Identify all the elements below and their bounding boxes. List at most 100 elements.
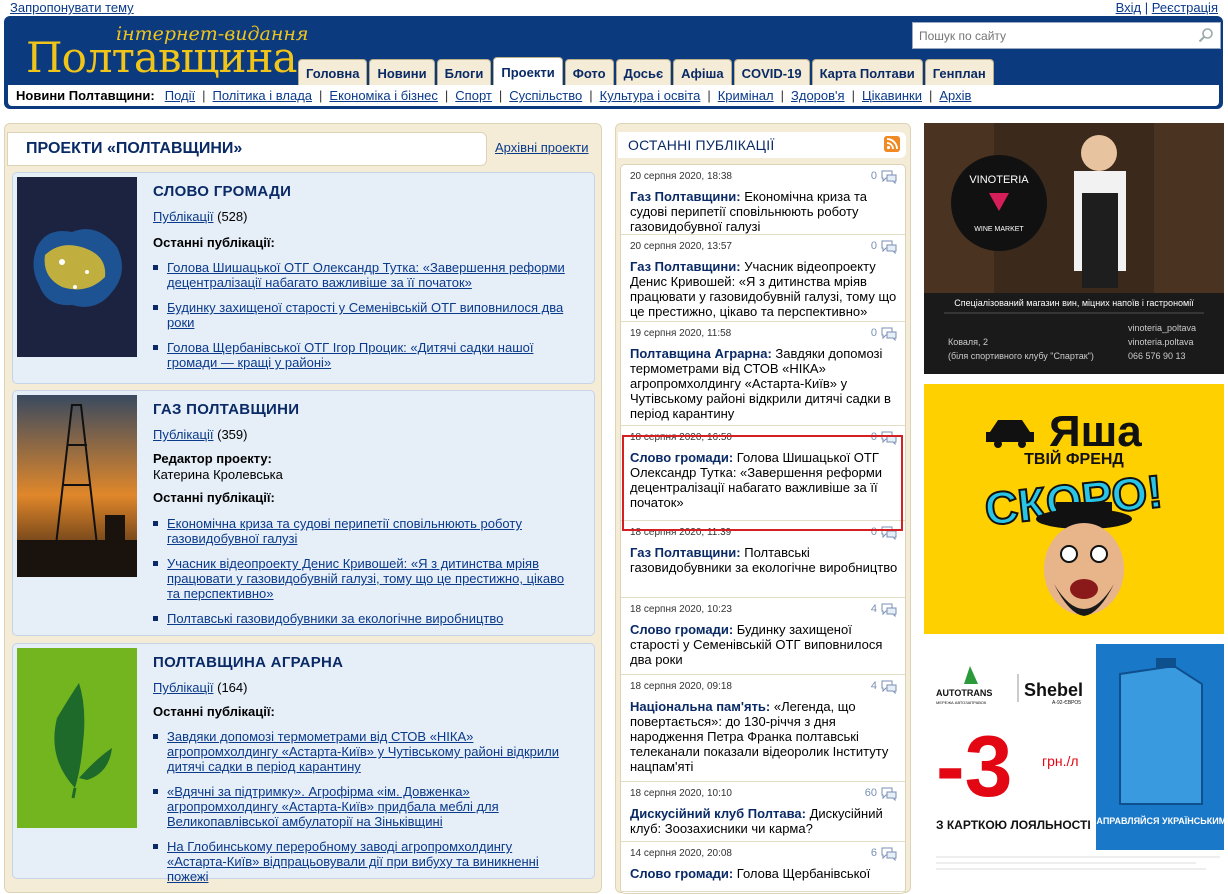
vinoteria-banner: VINOTERIA WINE MARKET Спеціалізований ма… bbox=[924, 123, 1224, 374]
tab-afisha[interactable]: Афіша bbox=[673, 59, 732, 87]
feed-item-text[interactable]: Слово громади: Будинку захищеної старост… bbox=[630, 622, 898, 667]
last-publications-label: Останні публікації: bbox=[153, 704, 275, 719]
project-article-list: Голова Шишацької ОТГ Олександр Тутка: «З… bbox=[153, 260, 573, 380]
tab-genplan[interactable]: Генплан bbox=[924, 59, 994, 87]
comment-count[interactable]: 0 bbox=[871, 170, 877, 182]
feed-item-text[interactable]: Газ Полтавщини: Полтавські газовидобувни… bbox=[630, 545, 898, 575]
feed-item: 14 серпня 2020, 20:08 6 Слово громади: Гол… bbox=[621, 842, 905, 892]
comment-count[interactable]: 60 bbox=[865, 787, 877, 799]
subnav-item-sport[interactable]: Спорт bbox=[455, 88, 492, 103]
feed-item-text[interactable]: Полтавщина Аграрна: Завдяки допомозі тер… bbox=[630, 346, 898, 421]
subnav-item-curious[interactable]: Цікавинки bbox=[862, 88, 922, 103]
editor-name: Катерина Кролевська bbox=[153, 467, 283, 482]
article-link[interactable]: Будинку захищеної старості у Семенівські… bbox=[167, 300, 563, 330]
ad-shebel[interactable]: AUTOTRANS МЕРЕЖА АВТОЗАПРАВОК Shebel А-9… bbox=[924, 644, 1228, 889]
publications-link[interactable]: Публікації bbox=[153, 680, 213, 695]
project-leaf-image[interactable] bbox=[17, 648, 137, 828]
tab-projects[interactable]: Проекти bbox=[493, 57, 563, 87]
comment-icon[interactable] bbox=[881, 847, 897, 861]
subnav-item-archive[interactable]: Архів bbox=[939, 88, 971, 103]
tab-dossier[interactable]: Досьє bbox=[615, 59, 672, 87]
tab-covid[interactable]: COVID-19 bbox=[733, 59, 810, 87]
comment-count[interactable]: 4 bbox=[871, 603, 877, 615]
feed-item-date: 14 серпня 2020, 20:08 bbox=[630, 848, 732, 859]
ad-vinoteria[interactable]: VINOTERIA WINE MARKET Спеціалізований ма… bbox=[924, 123, 1224, 374]
ad-yasha[interactable]: Яша ТВІЙ ФРЕНД СКОРО! bbox=[924, 384, 1224, 634]
article-link[interactable]: Завдяки допомозі термометрами від СТОВ «… bbox=[167, 729, 559, 774]
feed-item-date: 18 серпня 2020, 10:23 bbox=[630, 604, 732, 615]
article-link[interactable]: Голова Щербанівської ОТГ Ігор Процик: «Д… bbox=[167, 340, 533, 370]
subnav-item-health[interactable]: Здоров'я bbox=[791, 88, 845, 103]
shebel-banner: AUTOTRANS МЕРЕЖА АВТОЗАПРАВОК Shebel А-9… bbox=[924, 644, 1228, 889]
feed-item-text[interactable]: Газ Полтавщини: Економічна криза та судо… bbox=[630, 189, 898, 234]
login-link[interactable]: Вхід bbox=[1116, 0, 1142, 15]
site-header: інтернет-видання Полтавщина Головна Нови… bbox=[4, 16, 1223, 109]
feed-item: 18 серпня 2020, 10:23 4 Слово громади: Буд… bbox=[621, 598, 905, 675]
site-logo[interactable]: Полтавщина bbox=[26, 33, 298, 82]
subnav-separator: | bbox=[589, 88, 593, 103]
register-link[interactable]: Реєстрація bbox=[1152, 0, 1218, 15]
tab-map[interactable]: Карта Полтави bbox=[811, 59, 923, 87]
project-publications: Публікації (528) bbox=[153, 209, 247, 224]
comment-count[interactable]: 4 bbox=[871, 680, 877, 692]
feed-item-text[interactable]: Слово громади: Голова Щербанівської bbox=[630, 866, 898, 881]
publications-link[interactable]: Публікації bbox=[153, 427, 213, 442]
project-title[interactable]: ГАЗ ПОЛТАВЩИНИ bbox=[153, 401, 299, 418]
feed-item-section: Газ Полтавщини: bbox=[630, 259, 741, 274]
subnav-item-events[interactable]: Події bbox=[165, 88, 195, 103]
comment-count[interactable]: 0 bbox=[871, 327, 877, 339]
publications-link[interactable]: Публікації bbox=[153, 209, 213, 224]
subnav-item-crime[interactable]: Кримінал bbox=[718, 88, 774, 103]
article-link[interactable]: Полтавські газовидобувники за екологічне… bbox=[167, 611, 503, 626]
archive-projects-link[interactable]: Архівні проекти bbox=[495, 140, 589, 155]
subnav-item-society[interactable]: Суспільство bbox=[509, 88, 582, 103]
feed-item-date: 18 серпня 2020, 09:18 bbox=[630, 681, 732, 692]
comment-icon[interactable] bbox=[881, 170, 897, 184]
comment-icon[interactable] bbox=[881, 787, 897, 801]
project-publications: Публікації (164) bbox=[153, 680, 247, 695]
project-rig-image[interactable] bbox=[17, 395, 137, 577]
feed-item-text[interactable]: Газ Полтавщини: Учасник відеопроекту Ден… bbox=[630, 259, 898, 319]
tab-news[interactable]: Новини bbox=[369, 59, 435, 87]
search-input[interactable] bbox=[913, 23, 1183, 48]
canister-slogan: ЗАПРАВЛЯЙСЯ УКРАЇНСЬКИМ! bbox=[1091, 815, 1224, 826]
autotrans-sub: МЕРЕЖА АВТОЗАПРАВОК bbox=[936, 700, 987, 705]
search-icon[interactable] bbox=[1198, 27, 1214, 43]
feed-item-text[interactable]: Дискусійний клуб Полтава: Дискусійний кл… bbox=[630, 806, 898, 836]
project-map-image[interactable] bbox=[17, 177, 137, 357]
article-link[interactable]: Учасник відеопроекту Денис Кривошей: «Я … bbox=[167, 556, 564, 601]
comment-count[interactable]: 0 bbox=[871, 240, 877, 252]
project-article-list: Завдяки допомозі термометрами від СТОВ «… bbox=[153, 729, 573, 894]
subnav-item-economy[interactable]: Економіка і бізнес bbox=[329, 88, 438, 103]
feed-item-text[interactable]: Національна пам'ять: «Легенда, що поверт… bbox=[630, 699, 898, 774]
suggest-topic-link[interactable]: Запропонувати тему bbox=[10, 0, 134, 15]
article-link[interactable]: На Глобинському переробному заводі агроп… bbox=[167, 839, 539, 884]
list-item: Економічна криза та судові перипетії спо… bbox=[153, 516, 573, 546]
feed-item: 20 серпня 2020, 13:57 0 Газ Полтавщини: Уч… bbox=[621, 235, 905, 322]
subnav-item-politics[interactable]: Політика і влада bbox=[212, 88, 312, 103]
tab-home[interactable]: Головна bbox=[298, 59, 368, 87]
feed-item-section: Газ Полтавщини: bbox=[630, 545, 741, 560]
article-link[interactable]: Економічна криза та судові перипетії спо… bbox=[167, 516, 522, 546]
comment-icon[interactable] bbox=[881, 240, 897, 254]
last-publications-label: Останні публікації: bbox=[153, 490, 275, 505]
highlight-frame bbox=[622, 435, 903, 531]
article-link[interactable]: «Вдячні за підтримку». Агрофірма «ім. До… bbox=[167, 784, 499, 829]
vinoteria-instagram: vinoteria_poltava bbox=[1128, 323, 1196, 333]
feed-item-date: 18 серпня 2020, 10:10 bbox=[630, 788, 732, 799]
project-publications: Публікації (359) bbox=[153, 427, 247, 442]
publications-count: (164) bbox=[217, 680, 248, 695]
article-link[interactable]: Голова Шишацької ОТГ Олександр Тутка: «З… bbox=[167, 260, 565, 290]
comment-icon[interactable] bbox=[881, 327, 897, 341]
rss-icon[interactable] bbox=[884, 136, 900, 152]
subnav-item-culture[interactable]: Культура і освіта bbox=[600, 88, 701, 103]
tab-blogs[interactable]: Блоги bbox=[436, 59, 492, 87]
comment-count[interactable]: 6 bbox=[871, 847, 877, 859]
page-title: ПРОЕКТИ «ПОЛТАВЩИНИ» bbox=[26, 140, 243, 157]
project-title[interactable]: СЛОВО ГРОМАДИ bbox=[153, 183, 291, 200]
comment-icon[interactable] bbox=[881, 680, 897, 694]
comment-icon[interactable] bbox=[881, 603, 897, 617]
tab-photo[interactable]: Фото bbox=[564, 59, 614, 87]
project-title[interactable]: ПОЛТАВЩИНА АГРАРНА bbox=[153, 654, 343, 671]
feed-item-section: Національна пам'ять: bbox=[630, 699, 771, 714]
